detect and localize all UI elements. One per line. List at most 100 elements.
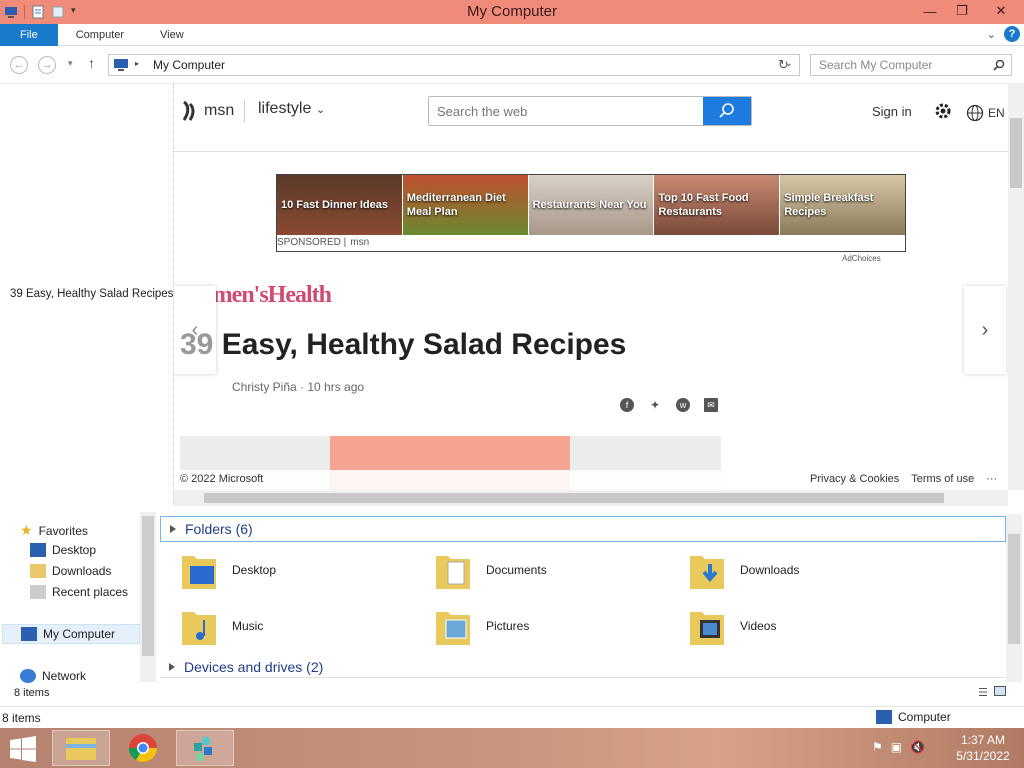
section-dropdown[interactable]: lifestyle ⌄: [258, 100, 325, 118]
content-scrollbar[interactable]: [1006, 514, 1022, 682]
close-button[interactable]: ✕: [978, 0, 1024, 22]
terms-link[interactable]: Terms of use: [911, 473, 974, 485]
signin-link[interactable]: Sign in: [872, 104, 912, 119]
folder-downloads[interactable]: Downloads: [688, 548, 799, 592]
taskbar: ⚑ ▣ 🔇 1:37 AM 5/31/2022: [0, 728, 1024, 768]
msn-header: msn lifestyle ⌄ Sign in EN: [174, 84, 1008, 152]
system-tray: ⚑ ▣ 🔇: [872, 740, 925, 754]
nav-my-computer[interactable]: My Computer: [2, 624, 140, 644]
taskbar-file-explorer[interactable]: [52, 730, 110, 766]
action-center-icon[interactable]: ⚑: [872, 740, 883, 754]
network-icon: [20, 669, 36, 683]
ad-sponsored-label: SPONSORED |: [277, 237, 347, 248]
folder-music[interactable]: Music: [180, 604, 263, 648]
details-view-icon[interactable]: ☰: [978, 686, 988, 699]
folder-desktop[interactable]: Desktop: [180, 548, 276, 592]
msn-logo[interactable]: msn: [180, 100, 234, 122]
file-explorer-icon: [66, 738, 96, 760]
address-box[interactable]: ▸ My Computer ⌄: [108, 54, 800, 76]
minimize-button[interactable]: —: [914, 0, 946, 22]
taskbar-chrome[interactable]: [114, 730, 172, 766]
network-tray-icon[interactable]: ▣: [891, 740, 902, 754]
web-search-box[interactable]: [428, 96, 752, 126]
ad-tile[interactable]: Simple Breakfast Recipes: [780, 175, 905, 235]
ribbon-right: ⌄ ?: [987, 26, 1020, 42]
web-search-input[interactable]: [429, 97, 703, 125]
recent-locations-icon[interactable]: ▾: [68, 58, 73, 69]
customize-dropdown-icon[interactable]: ▾: [71, 5, 85, 19]
article-number: 39: [180, 328, 214, 361]
nav-favorites[interactable]: ★ Favorites: [20, 522, 88, 539]
carousel-next-button[interactable]: ›: [964, 286, 1006, 374]
web-horizontal-scrollbar[interactable]: [174, 490, 1008, 506]
clock-date: 5/31/2022: [956, 749, 1010, 763]
folders-group-header[interactable]: Folders (6): [160, 516, 1006, 542]
ad-brand: msn: [350, 237, 370, 248]
folder-pictures[interactable]: Pictures: [434, 604, 529, 648]
downloads-icon: [30, 564, 46, 578]
email-icon[interactable]: ✉: [704, 398, 718, 412]
computer-icon[interactable]: [4, 5, 18, 19]
folder-documents[interactable]: Documents: [434, 548, 547, 592]
nav-network[interactable]: Network: [20, 669, 86, 683]
nav-downloads[interactable]: Downloads: [30, 564, 111, 578]
windows-start-icon[interactable]: [8, 736, 38, 762]
adchoices-link[interactable]: AdChoices: [842, 254, 881, 263]
up-arrow-icon[interactable]: ↑: [88, 55, 95, 71]
ad-tile[interactable]: Top 10 Fast Food Restaurants: [654, 175, 780, 235]
collapse-icon[interactable]: [170, 525, 176, 533]
search-icon[interactable]: [993, 59, 1005, 71]
msn-butterfly-icon: [182, 100, 195, 121]
breadcrumb[interactable]: My Computer: [153, 58, 225, 72]
web-preview: msn lifestyle ⌄ Sign in EN 10 Fast Dinne…: [174, 84, 1024, 506]
msn-brand: msn: [204, 102, 235, 119]
collapse-icon[interactable]: [169, 662, 175, 671]
privacy-link[interactable]: Privacy & Cookies: [810, 473, 899, 485]
web-vertical-scrollbar[interactable]: [1008, 84, 1024, 490]
more-link[interactable]: ···: [986, 473, 997, 485]
tab-file[interactable]: File: [0, 23, 58, 46]
nav-desktop[interactable]: Desktop: [30, 543, 96, 557]
ad-tile[interactable]: Restaurants Near You: [528, 175, 654, 235]
cube-app-icon: [194, 737, 212, 761]
folder-videos[interactable]: Videos: [688, 604, 776, 648]
title-bar: ▾ My Computer — ❐ ✕: [0, 0, 1024, 24]
web-search-button[interactable]: [703, 97, 751, 125]
new-folder-icon[interactable]: [51, 5, 65, 19]
forward-button[interactable]: →: [38, 56, 56, 74]
desktop-folder-icon: [182, 556, 216, 589]
nav-recent-places[interactable]: Recent places: [30, 585, 128, 599]
ad-footer: SPONSORED | msn: [277, 237, 905, 248]
star-icon: ★: [20, 522, 33, 538]
properties-icon[interactable]: [31, 5, 45, 19]
section-label: lifestyle: [258, 100, 312, 117]
volume-muted-icon[interactable]: 🔇: [910, 740, 925, 754]
refresh-icon[interactable]: ↻: [778, 57, 789, 73]
view-switcher: ☰: [978, 686, 1006, 699]
tab-view[interactable]: View: [142, 24, 202, 46]
large-icons-view-icon[interactable]: [993, 686, 1006, 696]
twitter-icon[interactable]: ✦: [648, 398, 662, 412]
globe-icon: [966, 104, 984, 122]
taskbar-app[interactable]: [176, 730, 234, 766]
search-input[interactable]: Search My Computer: [810, 54, 1012, 76]
clock[interactable]: 1:37 AM 5/31/2022: [948, 732, 1018, 764]
breadcrumb-chevron-icon[interactable]: ▸: [135, 59, 139, 68]
tab-computer[interactable]: Computer: [58, 24, 142, 46]
language-selector[interactable]: EN: [966, 104, 1005, 122]
gear-icon[interactable]: [934, 102, 952, 120]
address-bar-row: ← → ▾ ↑ ▸ My Computer ⌄ ↻ Search My Comp…: [0, 46, 1024, 84]
devices-group-header[interactable]: Devices and drives (2): [160, 656, 1006, 678]
ad-tile[interactable]: Mediterranean Diet Meal Plan: [402, 175, 528, 235]
expand-ribbon-icon[interactable]: ⌄: [987, 28, 996, 41]
status-bar: 8 items Computer: [0, 706, 1024, 728]
facebook-icon[interactable]: f: [620, 398, 634, 412]
restore-button[interactable]: ❐: [946, 0, 978, 22]
share-row: f ✦ w ✉: [620, 398, 718, 412]
help-icon[interactable]: ?: [1004, 26, 1020, 42]
back-button[interactable]: ←: [10, 56, 28, 74]
whatsapp-icon[interactable]: w: [676, 398, 690, 412]
nav-scrollbar[interactable]: [140, 512, 156, 682]
pictures-folder-icon: [436, 612, 470, 645]
ad-tile[interactable]: 10 Fast Dinner Ideas: [277, 175, 402, 235]
